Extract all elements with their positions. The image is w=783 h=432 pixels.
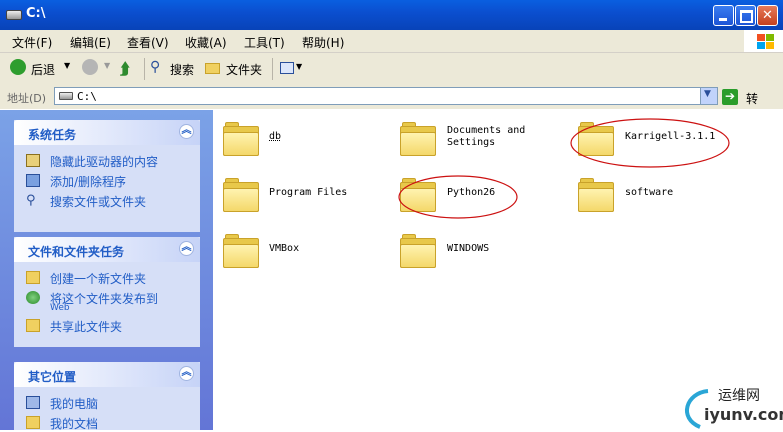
up-button[interactable]: ⮭ [120,59,138,79]
share-folder-icon [26,319,40,332]
folder-icon[interactable] [578,122,614,156]
search-icon: ⚲ [26,193,36,208]
place-label: 我的文档 [50,417,99,431]
task-label: 隐藏此驱动器的内容 [50,155,159,169]
annotation-overlay [398,118,730,219]
task-label: 搜索文件或文件夹 [50,195,147,209]
folder-icon[interactable] [223,234,259,268]
search-button[interactable]: ⚲ 搜索 [150,59,198,79]
documents-icon [26,416,40,429]
toolbar-separator [144,58,145,80]
folder-name[interactable]: Karrigell-3.1.1 [625,131,715,143]
menu-file[interactable]: 文件(F) [12,34,52,51]
search-icon: ⚲ [150,59,161,75]
menu-bar: 文件(F) 编辑(E) 查看(V) 收藏(A) 工具(T) 帮助(H) [0,30,783,53]
close-button[interactable]: ✕ [757,5,778,26]
task-label-line2: Web [50,303,70,313]
place-label: 我的电脑 [50,397,99,411]
chevron-down-icon: ▼ [296,62,303,71]
task-label: 添加/删除程序 [50,175,127,189]
folders-label: 文件夹 [226,63,263,77]
collapse-icon[interactable]: ︽ [179,241,194,256]
forward-arrow-icon [82,59,98,75]
computer-icon [26,396,40,409]
folder-icon[interactable] [400,122,436,156]
menu-view[interactable]: 查看(V) [127,34,169,51]
back-button[interactable]: 后退 ▼ [10,59,76,79]
watermark-text: iyunv.com [704,405,783,424]
folder-icon[interactable] [400,178,436,212]
collapse-icon[interactable]: ︽ [179,366,194,381]
file-list: db Documents and Settings Karrigell-3.1.… [213,110,783,430]
task-label: 共享此文件夹 [50,320,123,334]
address-input[interactable]: C:\ ▼ [54,87,718,105]
watermark-text: 运维网 [718,388,760,404]
folder-icon[interactable] [223,122,259,156]
address-value: C:\ [77,90,97,103]
task-label: 创建一个新文件夹 [50,272,147,286]
folder-icon[interactable] [223,178,259,212]
menu-favorites[interactable]: 收藏(A) [185,34,227,51]
panel-title: 系统任务 [28,128,77,142]
folder-name[interactable]: Program Files [269,187,347,199]
title-bar: C:\ ✕ [0,0,783,30]
go-arrow-icon: ➔ [722,89,738,105]
chevron-down-icon: ▼ [704,89,711,99]
folder-icon [205,63,220,74]
drive-icon [6,10,22,20]
panel-header[interactable]: 其它位置 ︽ [14,362,200,387]
windows-logo-icon [744,30,783,52]
toolbar: 后退 ▼ ▼ ⮭ ⚲ 搜索 文件夹 ▼ [0,53,783,86]
back-label: 后退 [31,63,56,77]
views-icon [280,62,294,74]
watermark-logo: 运维网 iyunv.com [678,383,783,430]
folder-name[interactable]: software [625,187,673,199]
panel-title: 文件和文件夹任务 [28,245,125,259]
new-folder-icon [26,271,40,284]
folders-button[interactable]: 文件夹 [205,59,265,79]
address-dropdown-button[interactable]: ▼ [700,88,717,104]
folder-name[interactable]: WINDOWS [447,243,489,255]
maximize-button[interactable] [735,5,756,26]
folder-icon[interactable] [578,178,614,212]
panel-header[interactable]: 系统任务 ︽ [14,120,200,145]
system-tasks-panel: 系统任务 ︽ 隐藏此驱动器的内容 添加/删除程序 ⚲ 搜索文件或文件夹 [14,120,200,232]
menu-tools[interactable]: 工具(T) [244,34,285,51]
toolbar-separator [272,58,273,80]
folder-name[interactable]: db [269,131,281,143]
file-folder-tasks-panel: 文件和文件夹任务 ︽ 创建一个新文件夹 将这个文件夹发布到 Web 共享此文件夹 [14,237,200,347]
maximize-icon [736,6,755,25]
minimize-button[interactable] [713,5,734,26]
views-button[interactable]: ▼ [280,59,304,79]
chevron-down-icon: ▼ [104,61,111,70]
drive-contents-icon [26,154,40,167]
web-publish-icon [26,291,40,304]
other-places-panel: 其它位置 ︽ 我的电脑 我的文档 [14,362,200,431]
folder-name[interactable]: VMBox [269,243,299,255]
menu-help[interactable]: 帮助(H) [302,34,344,51]
close-icon: ✕ [762,8,773,23]
collapse-icon[interactable]: ︽ [179,124,194,139]
panel-title: 其它位置 [28,370,77,384]
menu-edit[interactable]: 编辑(E) [70,34,111,51]
minimize-icon [714,6,733,25]
folder-name[interactable]: Python26 [447,187,495,199]
back-arrow-icon [10,59,26,75]
window-title: C:\ [26,6,46,21]
forward-button[interactable]: ▼ [82,59,112,79]
address-bar: 地址(D) C:\ ▼ ➔ 转到 [0,85,783,123]
up-folder-icon: ⮭ [120,59,130,78]
folder-name-line2[interactable]: Settings [447,137,495,149]
folder-name[interactable]: Documents and [447,125,525,137]
task-pane: 系统任务 ︽ 隐藏此驱动器的内容 添加/删除程序 ⚲ 搜索文件或文件夹 文件和文… [0,110,213,431]
panel-header[interactable]: 文件和文件夹任务 ︽ [14,237,200,262]
folder-icon[interactable] [400,234,436,268]
chevron-down-icon: ▼ [64,61,71,70]
programs-icon [26,174,40,187]
address-label: 地址(D) [7,92,47,105]
drive-icon [59,92,73,100]
search-label: 搜索 [170,63,195,77]
